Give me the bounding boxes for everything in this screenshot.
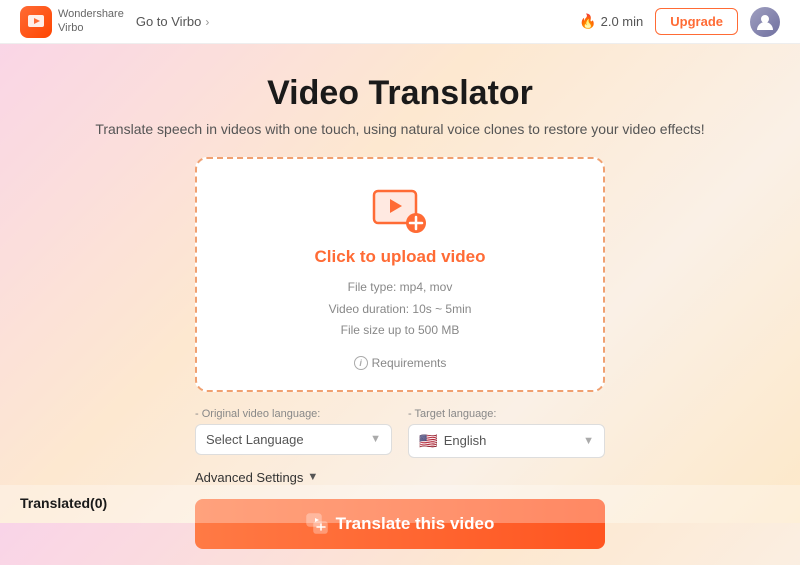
avatar[interactable] [750, 7, 780, 37]
logo: Wondershare Virbo [20, 6, 124, 38]
requirements-label: Requirements [372, 356, 447, 370]
logo-text: Wondershare Virbo [58, 8, 124, 34]
original-lang-chevron-icon: ▼ [370, 433, 381, 445]
logo-icon [20, 6, 52, 38]
upgrade-button[interactable]: Upgrade [655, 8, 738, 35]
upload-label: Click to upload video [315, 247, 486, 267]
upload-info: File type: mp4, mov Video duration: 10s … [329, 277, 472, 342]
translated-label: Translated(0) [20, 495, 107, 511]
advanced-settings[interactable]: Advanced Settings ▼ [195, 470, 605, 485]
goto-virbo-chevron-icon: › [205, 15, 209, 29]
minutes-value: 2.0 min [601, 14, 644, 29]
original-lang-label: - Original video language: [195, 408, 392, 420]
minutes-badge: 🔥 2.0 min [579, 13, 643, 30]
target-lang-left: 🇺🇸 English [419, 432, 486, 450]
target-lang-value: English [444, 433, 487, 448]
target-lang-flag: 🇺🇸 [419, 432, 438, 450]
page-subtitle: Translate speech in videos with one touc… [95, 121, 704, 137]
language-row: - Original video language: Select Langua… [195, 408, 605, 458]
duration-info: Video duration: 10s ~ 5min [329, 302, 472, 316]
requirements-icon: i [354, 356, 368, 370]
upload-box[interactable]: Click to upload video File type: mp4, mo… [195, 157, 605, 392]
original-lang-group: - Original video language: Select Langua… [195, 408, 392, 458]
goto-virbo-label: Go to Virbo [136, 14, 202, 29]
header: Wondershare Virbo Go to Virbo › 🔥 2.0 mi… [0, 0, 800, 44]
original-lang-select[interactable]: Select Language ▼ [195, 424, 392, 455]
original-lang-value: Select Language [206, 432, 304, 447]
target-lang-chevron-icon: ▼ [583, 435, 594, 447]
page-title: Video Translator [267, 74, 533, 113]
target-lang-group: - Target language: 🇺🇸 English ▼ [408, 408, 605, 458]
advanced-settings-chevron-icon: ▼ [307, 471, 318, 483]
requirements-link[interactable]: i Requirements [354, 356, 447, 370]
target-lang-select[interactable]: 🇺🇸 English ▼ [408, 424, 605, 458]
advanced-settings-label: Advanced Settings [195, 470, 303, 485]
logo-line2: Virbo [58, 22, 124, 35]
header-left: Wondershare Virbo Go to Virbo › [20, 6, 209, 38]
goto-virbo-link[interactable]: Go to Virbo › [136, 14, 210, 29]
header-right: 🔥 2.0 min Upgrade [579, 7, 780, 37]
upload-icon-container [372, 187, 428, 235]
file-size-info: File size up to 500 MB [341, 323, 460, 337]
fire-icon: 🔥 [579, 13, 596, 30]
logo-line1: Wondershare [58, 8, 124, 21]
bottom-section: Translated(0) [0, 485, 800, 523]
target-lang-label: - Target language: [408, 408, 605, 420]
file-type-info: File type: mp4, mov [348, 280, 453, 294]
